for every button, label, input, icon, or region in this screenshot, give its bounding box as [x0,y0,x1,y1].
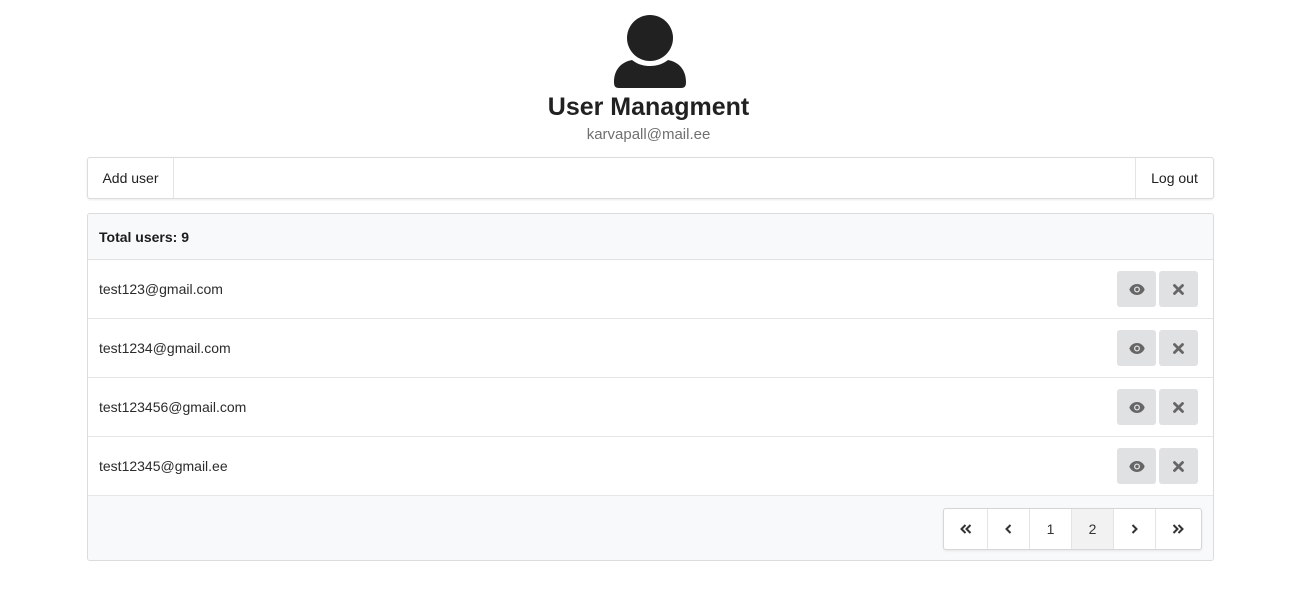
close-icon [1173,401,1184,413]
add-user-button[interactable]: Add user [88,158,174,198]
view-user-button[interactable] [1117,271,1156,307]
eye-icon [1128,401,1145,413]
delete-user-button[interactable] [1159,448,1198,484]
log-out-button[interactable]: Log out [1135,158,1213,198]
user-email: test12345@gmail.ee [99,458,228,474]
close-icon [1173,342,1184,354]
total-users-label: Total users: 9 [88,214,1213,260]
prev-page-button[interactable] [988,509,1030,549]
pagination: 1 2 [943,508,1202,550]
panel-footer: 1 2 [88,496,1213,560]
delete-user-button[interactable] [1159,389,1198,425]
eye-icon [1128,460,1145,472]
chevron-right-icon [1131,524,1138,534]
user-row: test123456@gmail.com [88,378,1213,437]
user-email: test1234@gmail.com [99,340,231,356]
view-user-button[interactable] [1117,448,1156,484]
delete-user-button[interactable] [1159,271,1198,307]
first-page-button[interactable] [944,509,988,549]
view-user-button[interactable] [1117,330,1156,366]
page-2-button[interactable]: 2 [1072,509,1114,549]
user-row: test1234@gmail.com [88,319,1213,378]
last-page-button[interactable] [1156,509,1200,549]
eye-icon [1128,283,1145,295]
top-menu: Add user Log out [87,157,1214,199]
close-icon [1173,283,1184,295]
current-user-email: karvapall@mail.ee [586,126,711,143]
delete-user-button[interactable] [1159,330,1198,366]
close-icon [1173,460,1184,472]
user-email: test123@gmail.com [99,281,223,297]
view-user-button[interactable] [1117,389,1156,425]
user-row: test123@gmail.com [88,260,1213,319]
user-email: test123456@gmail.com [99,399,247,415]
user-row: test12345@gmail.ee [88,437,1213,496]
page-title: User Managment [547,93,750,121]
page-1-button[interactable]: 1 [1030,509,1072,549]
users-panel: Total users: 9 test123@gmail.com test123… [87,213,1214,561]
next-page-button[interactable] [1114,509,1156,549]
eye-icon [1128,342,1145,354]
user-icon [614,15,686,88]
chevron-left-icon [1005,524,1012,534]
double-chevron-right-icon [1172,524,1184,534]
double-chevron-left-icon [959,524,971,534]
